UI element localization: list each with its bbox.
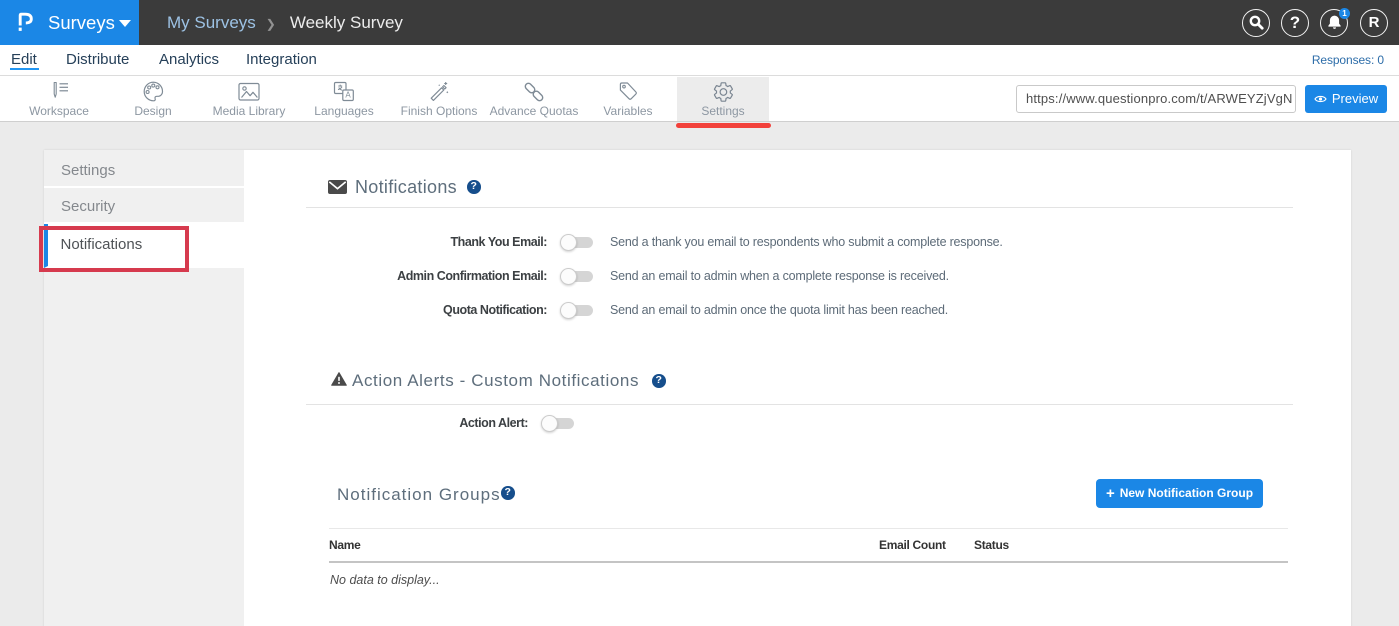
svg-text:A: A [345,91,351,100]
